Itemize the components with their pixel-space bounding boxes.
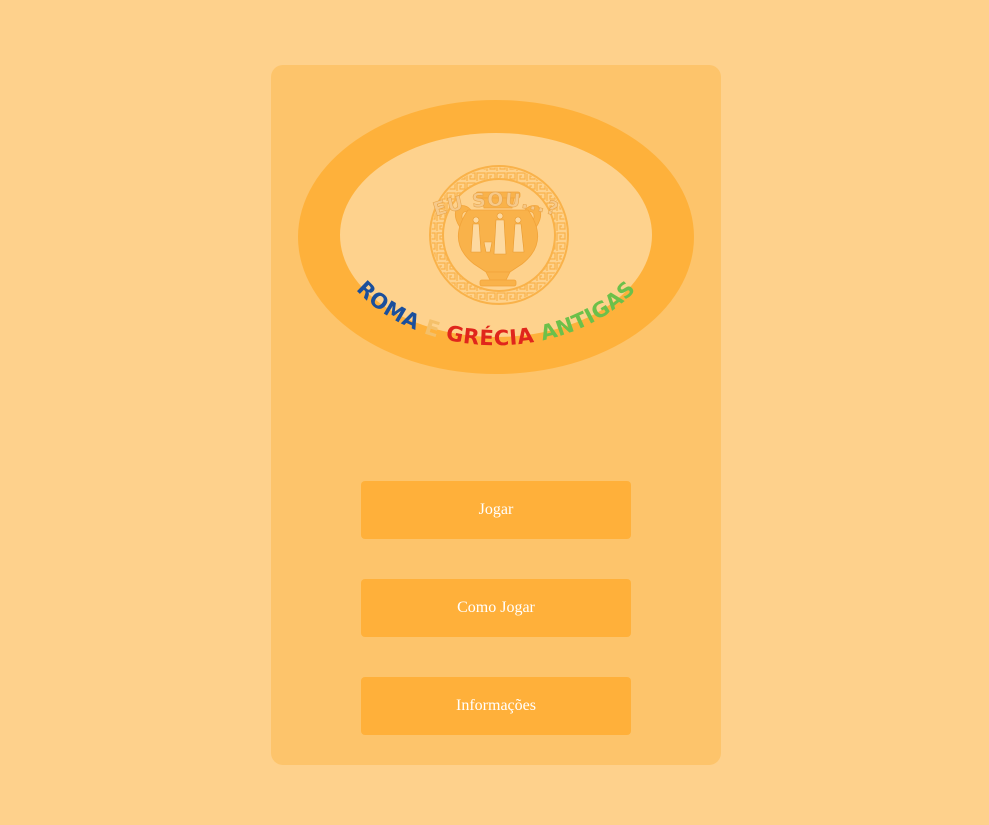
game-logo: EU SOU...? ROMA E GRÉCIA ANTIGAS (296, 92, 696, 382)
play-button[interactable]: Jogar (361, 481, 631, 539)
menu-panel: EU SOU...? ROMA E GRÉCIA ANTIGAS Jogar C… (271, 65, 721, 765)
info-button[interactable]: Informações (361, 677, 631, 735)
how-to-play-button[interactable]: Como Jogar (361, 579, 631, 637)
game-logo-graphic: EU SOU...? ROMA E GRÉCIA ANTIGAS (298, 100, 694, 374)
